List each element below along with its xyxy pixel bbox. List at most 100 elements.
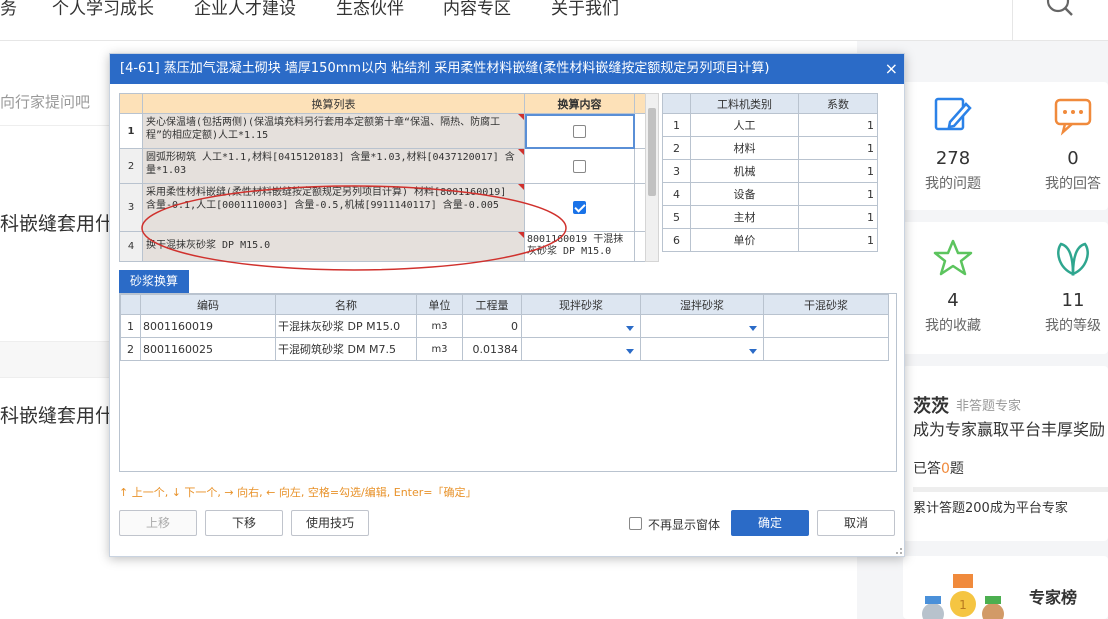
expert-rank-card: 1 专家榜 (903, 556, 1108, 619)
table-row[interactable]: 1 人工 1 (662, 113, 878, 137)
row-number: 1 (120, 314, 141, 338)
type-cell: 材料 (690, 136, 799, 160)
move-down-button[interactable]: 下移 (205, 510, 283, 536)
nav-item-partners[interactable]: 生态伙伴 (336, 0, 404, 19)
accumulate-hint: 累计答题200成为平台专家 (913, 501, 1068, 516)
qty-cell[interactable]: 0.01384 (462, 337, 522, 361)
ask-expert-prompt[interactable]: 向行家提问吧 (0, 91, 90, 112)
conversion-dialog: [4-61] 蒸压加气混凝土砌块 墙厚150mm以内 粘结剂 采用柔性材料嵌缝(… (109, 53, 905, 557)
dry-mixed-cell[interactable] (763, 314, 889, 338)
conversion-checkbox-cell[interactable] (524, 148, 635, 184)
keyboard-hint: ↑ 上一个, ↓ 下一个, → 向右, ← 向左, 空格=勾选/编辑, Ente… (119, 486, 477, 499)
move-up-button[interactable]: 上移 (119, 510, 197, 536)
corner-cell (119, 93, 143, 114)
col-header-qty: 工程量 (462, 294, 522, 315)
col-header-dry-mixed: 干混砂浆 (763, 294, 889, 315)
coef-cell[interactable]: 1 (798, 113, 878, 137)
corner-cell (662, 93, 691, 114)
answered-prefix: 已答 (913, 461, 941, 477)
table-header: 换算列表 换算内容 (119, 93, 645, 114)
expert-card: 茨茨 非答题专家 成为专家赢取平台丰厚奖励 已答0题 累计答题200成为平台专家 (903, 366, 1108, 541)
nav-item-personal-growth[interactable]: 个人学习成长 (52, 0, 154, 19)
coef-cell[interactable]: 1 (798, 182, 878, 206)
col-header-wet-mixed: 湿拌砂浆 (640, 294, 764, 315)
row-number: 3 (662, 159, 691, 183)
wet-mixed-select[interactable] (640, 314, 764, 338)
my-questions[interactable]: 278 我的问题 (893, 96, 1013, 193)
table-row[interactable]: 1 8001160019 干混抹灰砂浆 DP M15.0 m3 0 (120, 314, 889, 338)
cancel-button[interactable]: 取消 (817, 510, 895, 536)
vertical-scrollbar[interactable] (645, 93, 659, 262)
table-row[interactable]: 6 单价 1 (662, 228, 878, 252)
usage-tips-button[interactable]: 使用技巧 (291, 510, 369, 536)
user-name[interactable]: 茨茨 (913, 392, 949, 418)
table-row[interactable]: 1 夹心保温墙(包括两侧)(保温填充料另行套用本定额第十章“保温、隔热、防腐工程… (119, 113, 645, 149)
wet-mixed-select[interactable] (640, 337, 764, 361)
stats-card-top: 278 我的问题 0 我的回答 (893, 82, 1108, 210)
medal-icon: 1 (922, 574, 1004, 619)
my-level[interactable]: 11 我的等级 (1013, 238, 1108, 335)
search-button[interactable] (1012, 0, 1108, 41)
chevron-down-icon[interactable] (626, 348, 634, 354)
table-row[interactable]: 2 圆弧形砌筑 人工*1.1,材料[0415120183] 含量*1.03,材料… (119, 148, 645, 184)
nav-item-content[interactable]: 内容专区 (443, 0, 511, 19)
coef-cell[interactable]: 1 (798, 205, 878, 229)
site-mixed-select[interactable] (521, 337, 641, 361)
dialog-title: [4-61] 蒸压加气混凝土砌块 墙厚150mm以内 粘结剂 采用柔性材料嵌缝(… (120, 61, 770, 76)
table-row[interactable]: 3 机械 1 (662, 159, 878, 183)
chevron-down-icon[interactable] (749, 325, 757, 331)
table-row[interactable]: 2 8001160025 干混砌筑砂浆 DM M7.5 m3 0.01384 (120, 337, 889, 361)
my-favorites[interactable]: 4 我的收藏 (893, 238, 1013, 335)
conversion-checkbox-cell[interactable] (524, 113, 635, 149)
col-header-coef: 系数 (798, 93, 878, 114)
unit-cell: m3 (416, 337, 463, 361)
chevron-down-icon[interactable] (749, 348, 757, 354)
table-row[interactable]: 5 主材 1 (662, 205, 878, 229)
col-header-name: 名称 (275, 294, 417, 315)
name-cell: 干混抹灰砂浆 DP M15.0 (275, 314, 417, 338)
code-cell: 8001160025 (140, 337, 276, 361)
coef-cell[interactable]: 1 (798, 159, 878, 183)
questions-count: 278 (935, 148, 971, 169)
svg-text:1: 1 (959, 598, 967, 612)
row-number: 2 (120, 337, 141, 361)
coef-cell[interactable]: 1 (798, 136, 878, 160)
tab-mortar-conversion[interactable]: 砂浆换算 (119, 270, 189, 293)
nav-item-about[interactable]: 关于我们 (551, 0, 619, 19)
top-nav: 务 个人学习成长 企业人才建设 生态伙伴 内容专区 关于我们 (0, 0, 1108, 41)
type-cell: 设备 (690, 182, 799, 206)
edit-icon (934, 97, 972, 131)
close-icon[interactable]: × (885, 54, 898, 84)
mortar-panel: 编码 名称 单位 工程量 现拌砂浆 湿拌砂浆 干混砂浆 1 8001160019 干混抹灰砂… (119, 293, 897, 472)
chevron-down-icon[interactable] (626, 325, 634, 331)
nav-item-enterprise-talent[interactable]: 企业人才建设 (194, 0, 296, 19)
unit-cell: m3 (416, 314, 463, 338)
type-cell: 单价 (690, 228, 799, 252)
checkbox-1[interactable] (573, 124, 586, 138)
qty-cell[interactable]: 0 (462, 314, 522, 338)
checkbox-3[interactable] (573, 201, 586, 214)
my-answers[interactable]: 0 我的回答 (1013, 96, 1108, 193)
filler (634, 231, 645, 262)
site-mixed-select[interactable] (521, 314, 641, 338)
coefficient-panel: 工料机类别 系数 1 人工 1 2 材料 1 3 机械 1 4 设备 1 5 主材 1 6 单价 1 (662, 93, 878, 262)
no-show-label: 不再显示窗体 (648, 518, 721, 532)
type-cell: 人工 (690, 113, 799, 137)
scrollbar-thumb[interactable] (648, 108, 656, 196)
table-row[interactable]: 4 设备 1 (662, 182, 878, 206)
nav-item-services[interactable]: 务 (0, 0, 17, 19)
resize-grip-icon[interactable] (893, 545, 903, 555)
no-show-checkbox[interactable] (629, 517, 642, 530)
chat-icon (1054, 98, 1092, 136)
dry-mixed-cell[interactable] (763, 337, 889, 361)
table-row[interactable]: 2 材料 1 (662, 136, 878, 160)
answers-label: 我的回答 (1045, 176, 1101, 192)
answered-count: 0 (941, 461, 950, 477)
coef-cell[interactable]: 1 (798, 228, 878, 252)
dialog-title-bar[interactable]: [4-61] 蒸压加气混凝土砌块 墙厚150mm以内 粘结剂 采用柔性材料嵌缝(… (110, 54, 904, 84)
user-role-tag: 非答题专家 (956, 399, 1022, 414)
col-header-list: 换算列表 (142, 93, 525, 114)
answers-count: 0 (1067, 148, 1079, 169)
ok-button[interactable]: 确定 (731, 510, 809, 536)
checkbox-2[interactable] (573, 159, 586, 173)
